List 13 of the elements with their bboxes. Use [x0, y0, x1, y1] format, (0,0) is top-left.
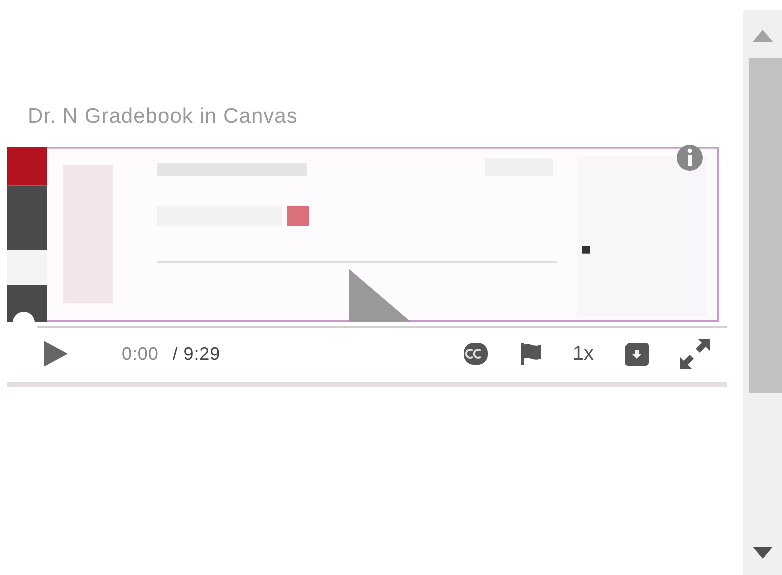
- flag-icon[interactable]: [518, 342, 543, 366]
- duration: / 9:29: [172, 342, 221, 366]
- expand-icon[interactable]: [680, 339, 710, 369]
- play-icon[interactable]: [44, 341, 68, 367]
- speed-button[interactable]: 1x: [572, 344, 594, 364]
- scroll-down-icon[interactable]: [752, 547, 772, 559]
- scrollbar-thumb[interactable]: [749, 58, 782, 393]
- download-icon[interactable]: [624, 342, 650, 366]
- info-icon[interactable]: [677, 145, 703, 171]
- current-time: 0:00: [122, 342, 159, 366]
- scrollbar[interactable]: [743, 10, 782, 575]
- video-title: Dr. N Gradebook in Canvas: [28, 104, 299, 130]
- closed-captions-icon[interactable]: [462, 342, 489, 366]
